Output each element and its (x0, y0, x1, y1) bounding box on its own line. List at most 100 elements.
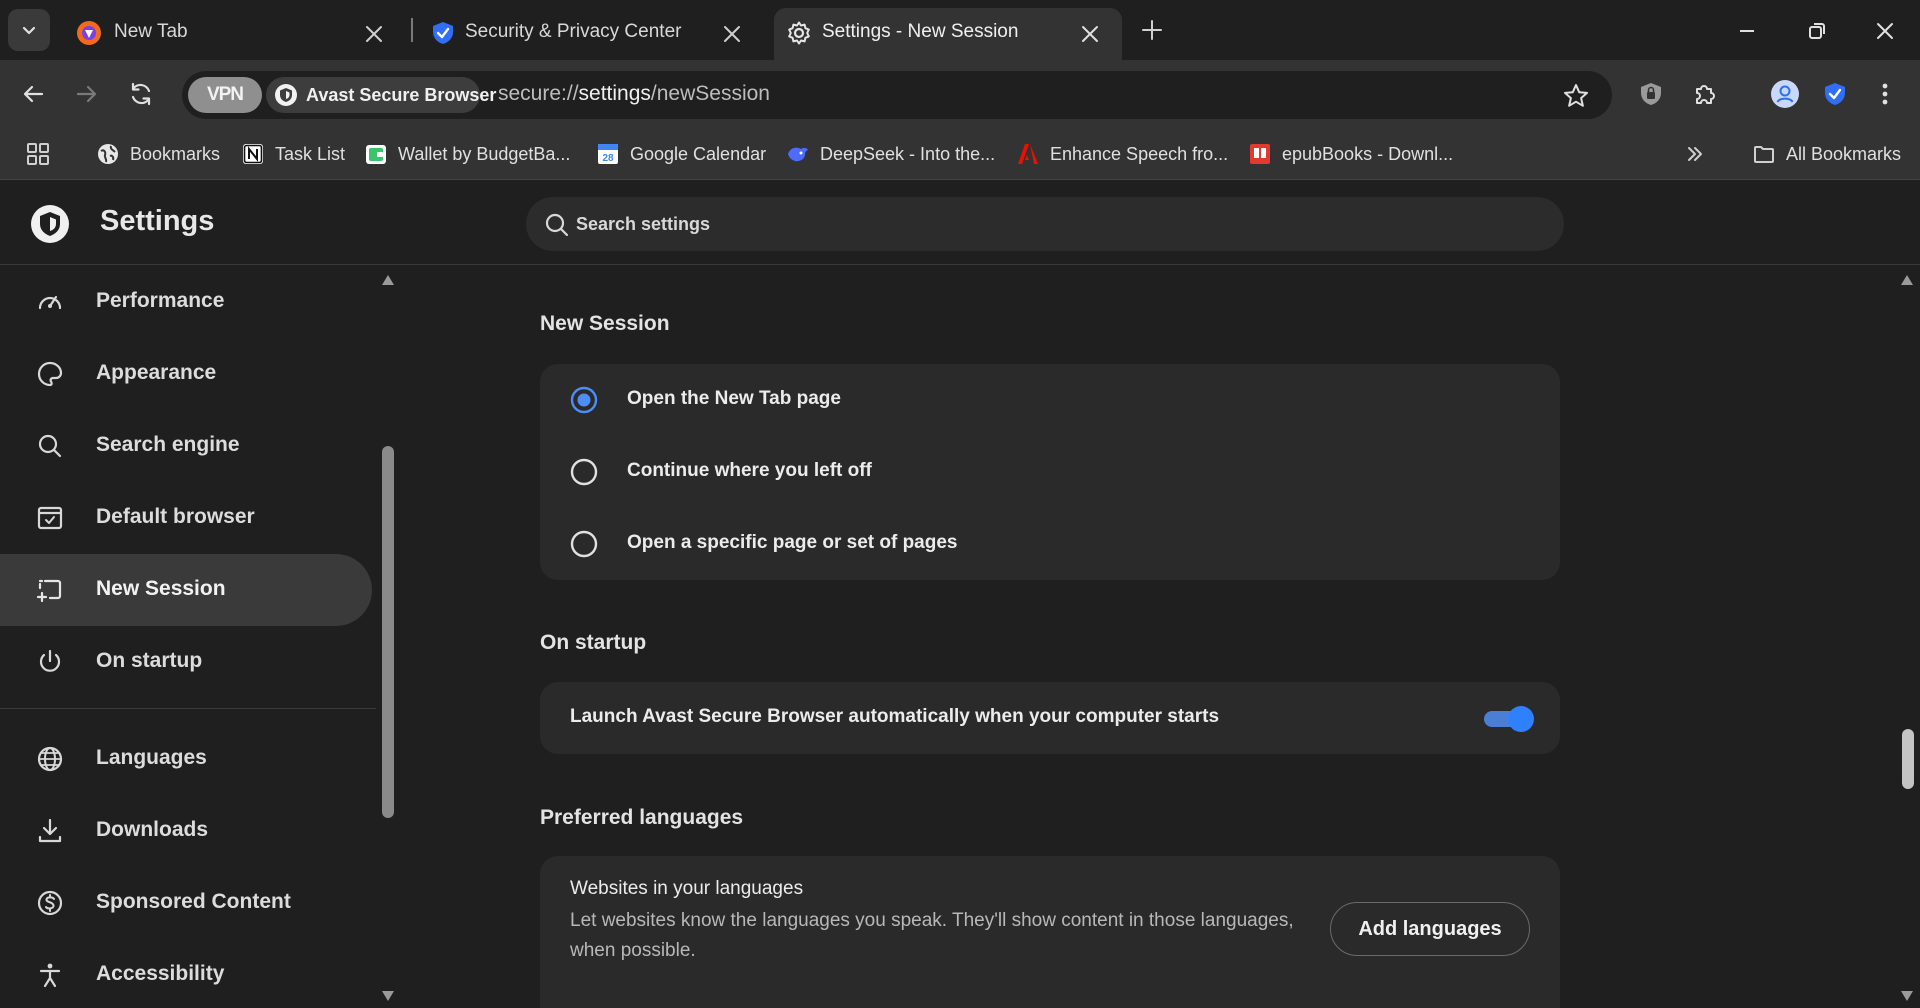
epub-icon (1250, 144, 1270, 164)
extensions-button[interactable] (1688, 77, 1722, 111)
apps-button[interactable] (26, 138, 50, 170)
bookmark-star-icon[interactable] (1562, 82, 1590, 110)
minimize-icon (1740, 30, 1754, 32)
privacy-guard-button[interactable] (1634, 77, 1668, 111)
sidebar-item-label: Languages (96, 746, 207, 769)
tab-new-tab[interactable]: New Tab (56, 8, 404, 60)
restore-icon (1809, 23, 1825, 39)
bookmark-item[interactable]: Task List (241, 138, 345, 170)
close-icon[interactable] (362, 22, 386, 46)
tab-title: Settings - New Session (822, 21, 1019, 42)
on-startup-card: Launch Avast Secure Browser automaticall… (540, 682, 1560, 754)
more-bookmarks-button[interactable] (1684, 138, 1706, 170)
settings-main: New Session Open the New Tab page Contin… (400, 266, 1900, 1008)
new-tab-plus-icon[interactable] (1138, 16, 1166, 44)
chevron-down-icon (22, 26, 36, 35)
section-title-new-session: New Session (540, 312, 670, 335)
radio-open-specific-pages[interactable]: Open a specific page or set of pages (540, 508, 1560, 580)
bookmark-item[interactable]: Enhance Speech fro... (1016, 138, 1228, 170)
reload-icon (131, 82, 151, 106)
scroll-up-arrow-icon[interactable] (1900, 274, 1914, 286)
accessibility-icon (39, 963, 61, 988)
close-icon[interactable] (720, 22, 744, 46)
page-title: Settings (100, 205, 215, 237)
sidebar-item-label: Appearance (96, 361, 217, 384)
radio-label: Open a specific page or set of pages (627, 532, 958, 553)
sidebar-item-sponsored-content[interactable]: Sponsored Content (0, 867, 372, 939)
forward-button[interactable] (70, 77, 104, 111)
globe-icon (37, 746, 63, 772)
search-settings-box[interactable] (526, 197, 1564, 251)
tab-settings[interactable]: Settings - New Session (774, 8, 1122, 60)
bookmark-item[interactable]: 28 Google Calendar (596, 138, 766, 170)
profile-button[interactable] (1768, 77, 1802, 111)
scroll-down-arrow-icon[interactable] (381, 990, 395, 1002)
sidebar-item-label: New Session (96, 577, 226, 600)
sidebar-scrollbar-thumb[interactable] (382, 446, 394, 818)
sidebar-item-languages[interactable]: Languages (0, 723, 372, 795)
scroll-down-arrow-icon[interactable] (1900, 990, 1914, 1002)
download-icon (38, 818, 62, 843)
minimize-button[interactable] (1730, 14, 1764, 48)
sidebar-item-default-browser[interactable]: Default browser (0, 482, 372, 554)
tab-separator (411, 18, 413, 42)
bookmark-item[interactable]: Bookmarks (96, 138, 220, 170)
bookmark-label: epubBooks - Downl... (1282, 143, 1454, 164)
back-button[interactable] (16, 77, 50, 111)
avast-browser-logo-icon (31, 205, 69, 243)
sidebar-item-performance[interactable]: Performance (0, 266, 372, 338)
brand-label: Avast Secure Browser (306, 85, 497, 105)
notion-icon (243, 144, 263, 164)
sidebar-item-label: Downloads (96, 818, 209, 841)
reload-button[interactable] (124, 77, 158, 111)
scroll-up-arrow-icon[interactable] (381, 274, 395, 286)
sidebar-item-accessibility[interactable]: Accessibility (0, 939, 372, 1008)
all-bookmarks-label: All Bookmarks (1786, 143, 1902, 164)
radio-checked-icon (570, 386, 598, 414)
security-center-button[interactable] (1818, 77, 1852, 111)
close-icon[interactable] (1078, 22, 1102, 46)
new-session-card: Open the New Tab page Continue where you… (540, 364, 1560, 580)
more-vertical-icon (1882, 83, 1888, 105)
all-bookmarks-button[interactable]: All Bookmarks (1752, 138, 1901, 170)
launch-on-startup-toggle[interactable] (1484, 706, 1534, 732)
gear-icon (788, 21, 810, 45)
url-text[interactable]: secure://settings/newSession (498, 82, 770, 106)
sidebar-item-label: Default browser (96, 505, 255, 528)
radio-continue-where-left[interactable]: Continue where you left off (540, 436, 1560, 508)
wallet-icon (366, 145, 386, 164)
bookmark-item[interactable]: epubBooks - Downl... (1248, 138, 1453, 170)
sidebar-item-downloads[interactable]: Downloads (0, 795, 372, 867)
sidebar-item-appearance[interactable]: Appearance (0, 338, 372, 410)
sidebar-item-label: Performance (96, 289, 225, 312)
add-languages-button[interactable]: Add languages (1330, 902, 1530, 956)
address-bar[interactable]: VPN Avast Secure Browser secure://settin… (182, 71, 1612, 119)
close-window-button[interactable] (1868, 14, 1902, 48)
bookmark-item[interactable]: Wallet by BudgetBa... (364, 138, 570, 170)
tab-search-button[interactable] (8, 9, 50, 51)
sidebar-item-on-startup[interactable]: On startup (0, 626, 372, 698)
calendar-icon: 28 (598, 144, 618, 164)
main-scrollbar-thumb[interactable] (1902, 729, 1914, 789)
restore-button[interactable] (1800, 14, 1834, 48)
lock-shield-icon (1641, 83, 1661, 105)
section-title-preferred-languages: Preferred languages (540, 806, 744, 829)
puzzle-icon (1696, 85, 1715, 104)
menu-button[interactable] (1868, 77, 1902, 111)
radio-open-new-tab[interactable]: Open the New Tab page (540, 364, 1560, 436)
tab-security-privacy[interactable]: Security & Privacy Center (414, 8, 762, 60)
toggle-knob (1508, 706, 1534, 732)
sidebar-item-new-session[interactable]: New Session (0, 554, 372, 626)
site-info-button[interactable]: Avast Secure Browser (266, 77, 496, 113)
tab-title: New Tab (114, 21, 188, 42)
avatar (1771, 80, 1799, 108)
bookmark-item[interactable]: DeepSeek - Into the... (786, 138, 995, 170)
url-host: settings (578, 82, 651, 105)
search-input[interactable] (576, 207, 1536, 241)
radio-label: Continue where you left off (627, 460, 872, 481)
vpn-button[interactable]: VPN (188, 77, 262, 113)
tab-title: Security & Privacy Center (465, 21, 682, 42)
bookmark-label: Bookmarks (130, 143, 221, 164)
folder-icon (1754, 146, 1774, 163)
sidebar-item-search-engine[interactable]: Search engine (0, 410, 372, 482)
